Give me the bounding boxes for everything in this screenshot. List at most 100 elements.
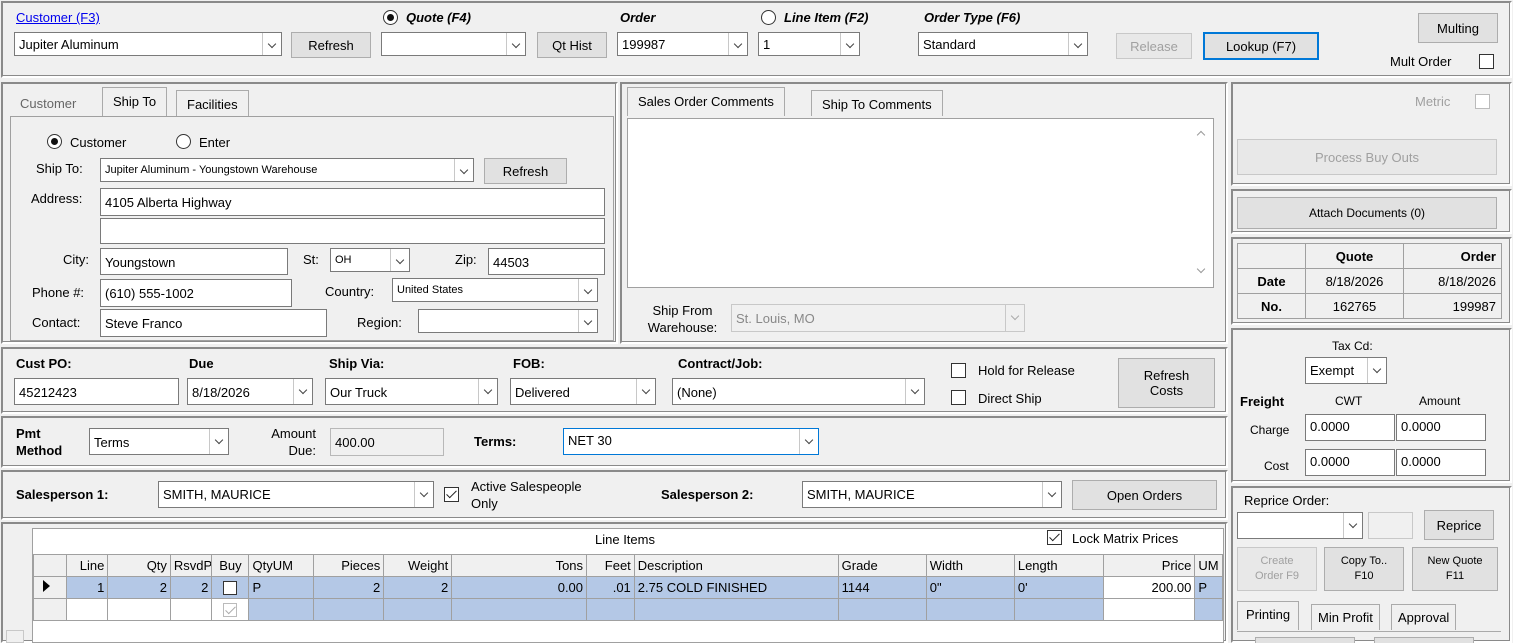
col-header[interactable]: Length bbox=[1013, 554, 1105, 577]
chevron-down-icon[interactable] bbox=[209, 429, 228, 454]
cell-tons[interactable]: 0.00 bbox=[451, 576, 588, 599]
tax-cd-select[interactable]: Exempt bbox=[1305, 357, 1387, 384]
chevron-down-icon[interactable] bbox=[1343, 513, 1362, 538]
chevron-down-icon[interactable] bbox=[478, 379, 497, 404]
line-item-radio[interactable] bbox=[761, 10, 776, 25]
row-indicator[interactable] bbox=[33, 576, 67, 599]
cell-feet[interactable] bbox=[586, 598, 635, 621]
chevron-down-icon[interactable] bbox=[636, 379, 655, 404]
cell-description[interactable] bbox=[633, 598, 839, 621]
quote-radio[interactable] bbox=[383, 10, 398, 25]
salesperson2-select[interactable]: SMITH, MAURICE bbox=[802, 481, 1062, 508]
cell-width[interactable] bbox=[925, 598, 1015, 621]
chevron-down-icon[interactable] bbox=[1068, 33, 1087, 55]
shipto-customer-radio[interactable] bbox=[47, 134, 62, 149]
reprice-button[interactable]: Reprice bbox=[1424, 510, 1494, 540]
contract-select[interactable]: (None) bbox=[672, 378, 925, 405]
ship-to-refresh-button[interactable]: Refresh bbox=[484, 158, 567, 184]
horizontal-scrollbar-left[interactable] bbox=[6, 630, 24, 643]
contact-field[interactable]: Steve Franco bbox=[100, 309, 327, 337]
city-field[interactable]: Youngstown bbox=[100, 248, 288, 275]
attach-documents-button[interactable]: Attach Documents (0) bbox=[1237, 197, 1497, 229]
qt-hist-button[interactable]: Qt Hist bbox=[537, 32, 607, 58]
tab-sales-order-comments[interactable]: Sales Order Comments bbox=[627, 87, 785, 116]
tab-printing[interactable]: Printing bbox=[1237, 601, 1300, 630]
due-date-picker[interactable]: 8/18/2026 bbox=[187, 378, 313, 405]
col-header[interactable]: Price bbox=[1103, 554, 1196, 577]
customer-select[interactable]: Jupiter Aluminum bbox=[14, 32, 282, 56]
direct-ship-checkbox[interactable] bbox=[951, 390, 966, 405]
release-button[interactable]: Release bbox=[1116, 33, 1192, 59]
cell-qtyum[interactable]: P bbox=[248, 576, 315, 599]
cell-price[interactable] bbox=[1103, 598, 1196, 621]
col-header[interactable]: RsvdP bbox=[169, 554, 213, 577]
freight-charge-cwt-field[interactable]: 0.0000 bbox=[1305, 414, 1395, 441]
cell-pieces[interactable] bbox=[313, 598, 385, 621]
col-header[interactable]: Grade bbox=[837, 554, 927, 577]
cell-description[interactable]: 2.75 COLD FINISHED bbox=[633, 576, 839, 599]
chevron-down-icon[interactable] bbox=[799, 429, 818, 454]
reprice-order-select[interactable] bbox=[1237, 512, 1363, 539]
fob-select[interactable]: Delivered bbox=[510, 378, 656, 405]
customer-refresh-button[interactable]: Refresh bbox=[291, 32, 371, 58]
buy-checkbox[interactable] bbox=[223, 603, 238, 617]
cell-qty[interactable] bbox=[107, 598, 171, 621]
cell-length[interactable] bbox=[1013, 598, 1105, 621]
chevron-down-icon[interactable] bbox=[390, 249, 409, 271]
cell-buy[interactable] bbox=[211, 576, 250, 599]
create-order-button[interactable]: Create Order F9 bbox=[1237, 547, 1317, 591]
printing-action-button-1[interactable] bbox=[1255, 637, 1355, 643]
comments-scrollbar[interactable] bbox=[1193, 120, 1212, 286]
cell-qty[interactable]: 2 bbox=[107, 576, 171, 599]
mult-order-checkbox[interactable] bbox=[1479, 54, 1494, 69]
cell-price[interactable]: 200.00 bbox=[1103, 576, 1196, 599]
active-salespeople-checkbox[interactable] bbox=[444, 487, 459, 502]
address-line1-field[interactable]: 4105 Alberta Highway bbox=[100, 188, 605, 216]
cell-feet[interactable]: .01 bbox=[586, 576, 635, 599]
cell-qtyum[interactable] bbox=[248, 598, 315, 621]
hold-for-release-checkbox[interactable] bbox=[951, 363, 966, 378]
terms-select[interactable]: NET 30 bbox=[563, 428, 819, 455]
tab-approval[interactable]: Approval bbox=[1391, 604, 1457, 630]
tab-customer[interactable]: Customer bbox=[10, 90, 86, 116]
cell-buy[interactable] bbox=[211, 598, 250, 621]
line-item-select[interactable]: 1 bbox=[758, 32, 860, 56]
salesperson1-select[interactable]: SMITH, MAURICE bbox=[158, 481, 434, 508]
chevron-down-icon[interactable] bbox=[578, 310, 597, 332]
freight-charge-amount-field[interactable]: 0.0000 bbox=[1396, 414, 1486, 441]
cell-line[interactable] bbox=[65, 598, 109, 621]
cell-line[interactable]: 1 bbox=[65, 576, 109, 599]
reprice-value-field[interactable] bbox=[1368, 512, 1413, 539]
comments-textarea[interactable] bbox=[627, 118, 1214, 288]
chevron-down-icon[interactable] bbox=[1042, 482, 1061, 507]
freight-cost-cwt-field[interactable]: 0.0000 bbox=[1305, 449, 1395, 476]
copy-to-button[interactable]: Copy To.. F10 bbox=[1324, 547, 1404, 591]
ship-from-select[interactable]: St. Louis, MO bbox=[731, 304, 1025, 332]
col-header[interactable]: QtyUM bbox=[248, 554, 315, 577]
lock-matrix-prices-checkbox[interactable] bbox=[1047, 530, 1062, 545]
col-header[interactable]: Tons bbox=[451, 554, 588, 577]
col-header[interactable]: Feet bbox=[586, 554, 635, 577]
shipto-enter-radio[interactable] bbox=[176, 134, 191, 149]
cell-um[interactable]: P bbox=[1194, 576, 1223, 599]
freight-cost-amount-field[interactable]: 0.0000 bbox=[1396, 449, 1486, 476]
chevron-down-icon[interactable] bbox=[414, 482, 433, 507]
chevron-down-icon[interactable] bbox=[728, 33, 747, 55]
table-row[interactable]: 1 2 2 P 2 2 0.00 .01 2.75 COLD FINISHED … bbox=[33, 576, 1223, 599]
printing-action-button-2[interactable] bbox=[1374, 637, 1474, 643]
cell-rsvdp[interactable] bbox=[169, 598, 213, 621]
country-select[interactable]: United States bbox=[392, 278, 598, 302]
cell-grade[interactable]: 1144 bbox=[837, 576, 927, 599]
row-indicator[interactable] bbox=[33, 598, 67, 621]
col-header[interactable]: Width bbox=[925, 554, 1015, 577]
region-select[interactable] bbox=[418, 309, 598, 333]
new-quote-button[interactable]: New Quote F11 bbox=[1412, 547, 1498, 591]
col-header[interactable]: Line bbox=[65, 554, 109, 577]
tab-ship-to[interactable]: Ship To bbox=[102, 87, 168, 116]
cell-width[interactable]: 0" bbox=[925, 576, 1015, 599]
cell-weight[interactable] bbox=[383, 598, 453, 621]
metric-checkbox[interactable] bbox=[1475, 94, 1490, 109]
chevron-down-icon[interactable] bbox=[578, 279, 597, 301]
customer-link[interactable]: Customer (F3) bbox=[16, 10, 100, 25]
col-header[interactable]: Pieces bbox=[313, 554, 385, 577]
